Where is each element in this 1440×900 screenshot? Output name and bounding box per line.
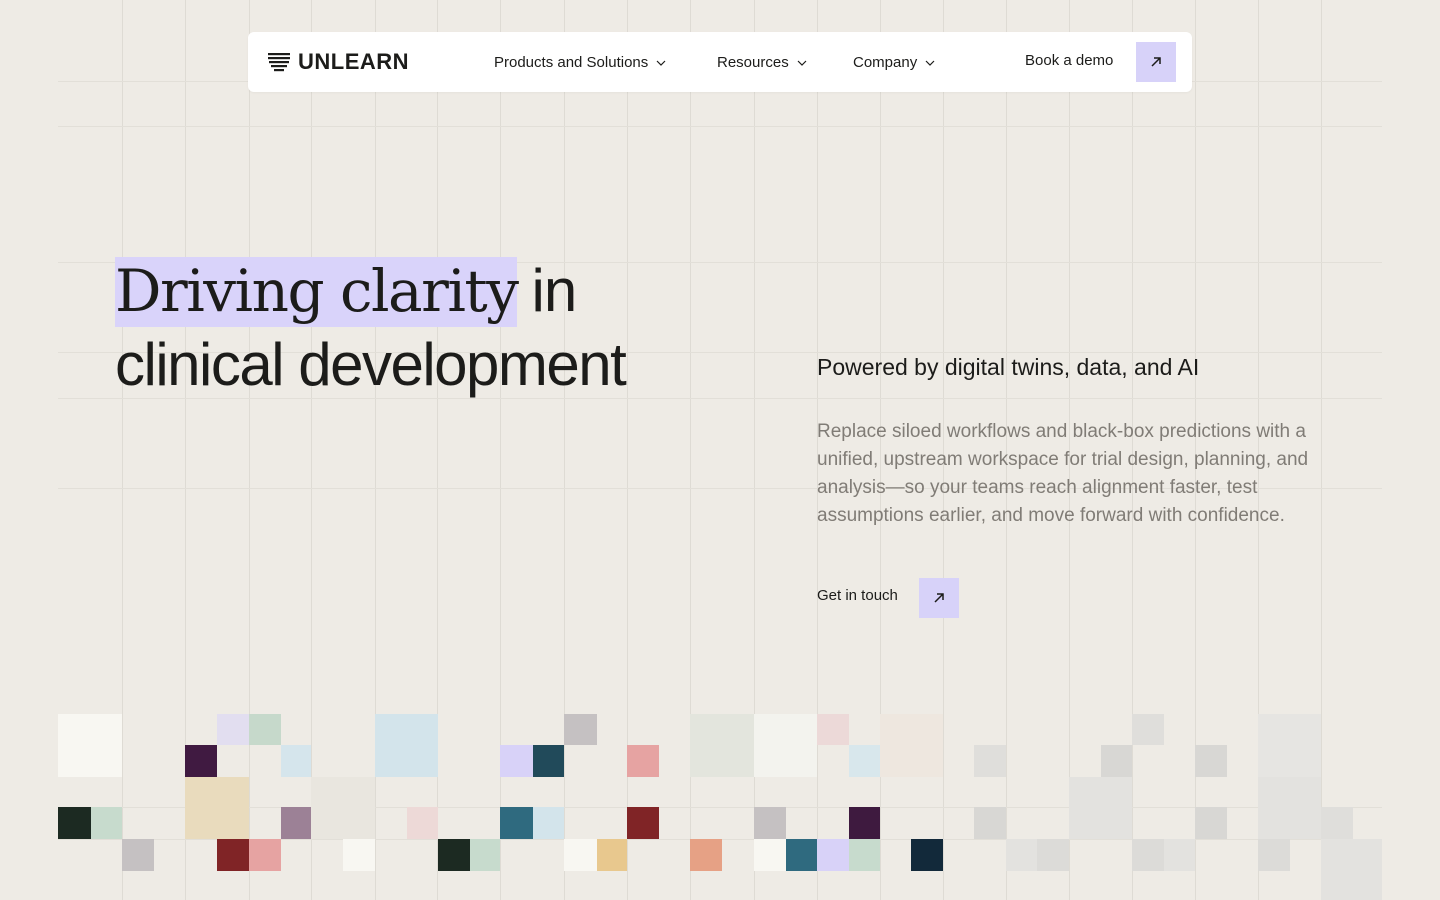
get-in-touch-button[interactable] bbox=[919, 578, 959, 618]
arrow-up-right-icon bbox=[1151, 57, 1161, 67]
hero-headline: Driving clarity in clinical development bbox=[115, 254, 627, 402]
headline-line-two: clinical development bbox=[115, 331, 627, 398]
nav-item-products-and-solutions[interactable]: Products and Solutions bbox=[494, 52, 666, 72]
book-demo-link[interactable]: Book a demo bbox=[1025, 52, 1113, 69]
nav-item-label: Products and Solutions bbox=[494, 53, 649, 71]
brand-name: UNLEARN bbox=[298, 49, 410, 74]
brand-logo[interactable]: UNLEARN bbox=[268, 49, 410, 74]
arrow-up-right-icon bbox=[934, 593, 944, 603]
page: UNLEARN Products and Solutions Resources… bbox=[0, 0, 1440, 900]
chevron-down-icon bbox=[797, 60, 807, 66]
hero-body-text: Replace siloed workflows and black-box p… bbox=[817, 421, 1309, 526]
book-demo-button[interactable] bbox=[1136, 42, 1176, 82]
headline-rest: in bbox=[531, 257, 577, 324]
nav-item-company[interactable]: Company bbox=[853, 52, 935, 72]
headline-highlight: Driving clarity bbox=[115, 257, 519, 327]
hero-subheading: Powered by digital twins, data, and AI bbox=[817, 354, 1200, 380]
nav-item-resources[interactable]: Resources bbox=[717, 52, 807, 72]
nav-item-label: Company bbox=[853, 53, 918, 71]
top-navigation: UNLEARN Products and Solutions Resources… bbox=[248, 32, 1192, 92]
get-in-touch-link[interactable]: Get in touch bbox=[817, 587, 898, 604]
chevron-down-icon bbox=[925, 60, 935, 66]
chevron-down-icon bbox=[656, 60, 666, 66]
stacked-lines-logo-icon bbox=[268, 53, 290, 72]
nav-item-label: Resources bbox=[717, 53, 789, 71]
